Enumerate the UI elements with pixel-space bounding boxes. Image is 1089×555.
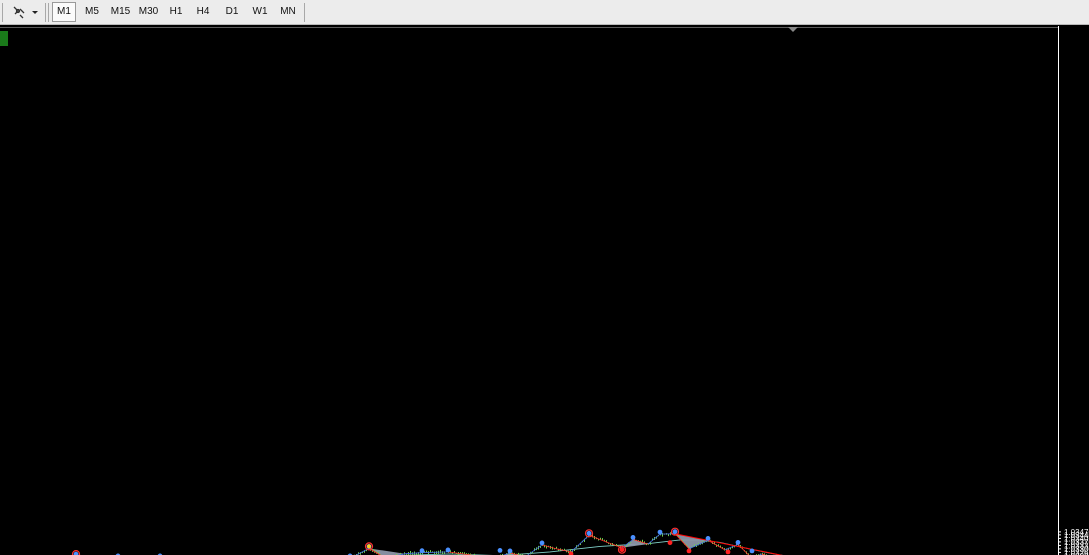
toolbar-separator xyxy=(48,3,49,22)
timeframe-w1[interactable]: W1 xyxy=(247,2,273,22)
timeframe-d1[interactable]: D1 xyxy=(220,2,244,22)
toolbar-grip xyxy=(2,3,3,22)
swing-high-marker xyxy=(705,536,711,541)
swing-high-marker xyxy=(539,540,545,546)
timeframe-m5[interactable]: M5 xyxy=(79,2,105,22)
swing-high-marker xyxy=(672,529,678,535)
swing-low-marker xyxy=(667,540,673,546)
swing-high-marker xyxy=(630,535,636,540)
chart-tools-button[interactable] xyxy=(8,2,42,22)
timeframe-m1[interactable]: M1 xyxy=(52,2,76,22)
swing-high-marker xyxy=(497,548,503,553)
timeframe-mn[interactable]: MN xyxy=(275,2,301,22)
chart-tools-icon xyxy=(13,6,38,19)
swing-high-marker xyxy=(445,547,451,553)
swing-low-marker xyxy=(619,547,625,553)
timeframe-h4[interactable]: H4 xyxy=(191,2,215,22)
swing-high-marker xyxy=(419,548,425,554)
swing-high-marker xyxy=(586,530,592,536)
price-chart[interactable]: 1.034701.034401.034051.033701.033351.033… xyxy=(0,26,1089,555)
timeframe-m30[interactable]: M30 xyxy=(135,2,162,22)
chart-background xyxy=(0,26,1089,555)
swing-high-marker xyxy=(507,548,513,554)
swing-high-marker xyxy=(657,529,663,535)
pivot-highlight-dot xyxy=(367,544,371,549)
timeframe-m15[interactable]: M15 xyxy=(107,2,134,22)
swing-high-marker xyxy=(749,548,755,554)
timeframe-toolbar: M1 M5 M15 M30 H1 H4 D1 W1 MN xyxy=(0,0,1089,25)
swing-high-marker xyxy=(735,540,741,545)
toolbar-separator xyxy=(45,3,46,22)
dropdown-arrow-icon xyxy=(32,11,38,14)
toolbar-separator xyxy=(304,3,305,22)
timeframe-h1[interactable]: H1 xyxy=(164,2,188,22)
swing-low-marker xyxy=(686,548,692,554)
one-click-trading-tab xyxy=(0,31,8,46)
swing-low-marker xyxy=(725,549,731,555)
